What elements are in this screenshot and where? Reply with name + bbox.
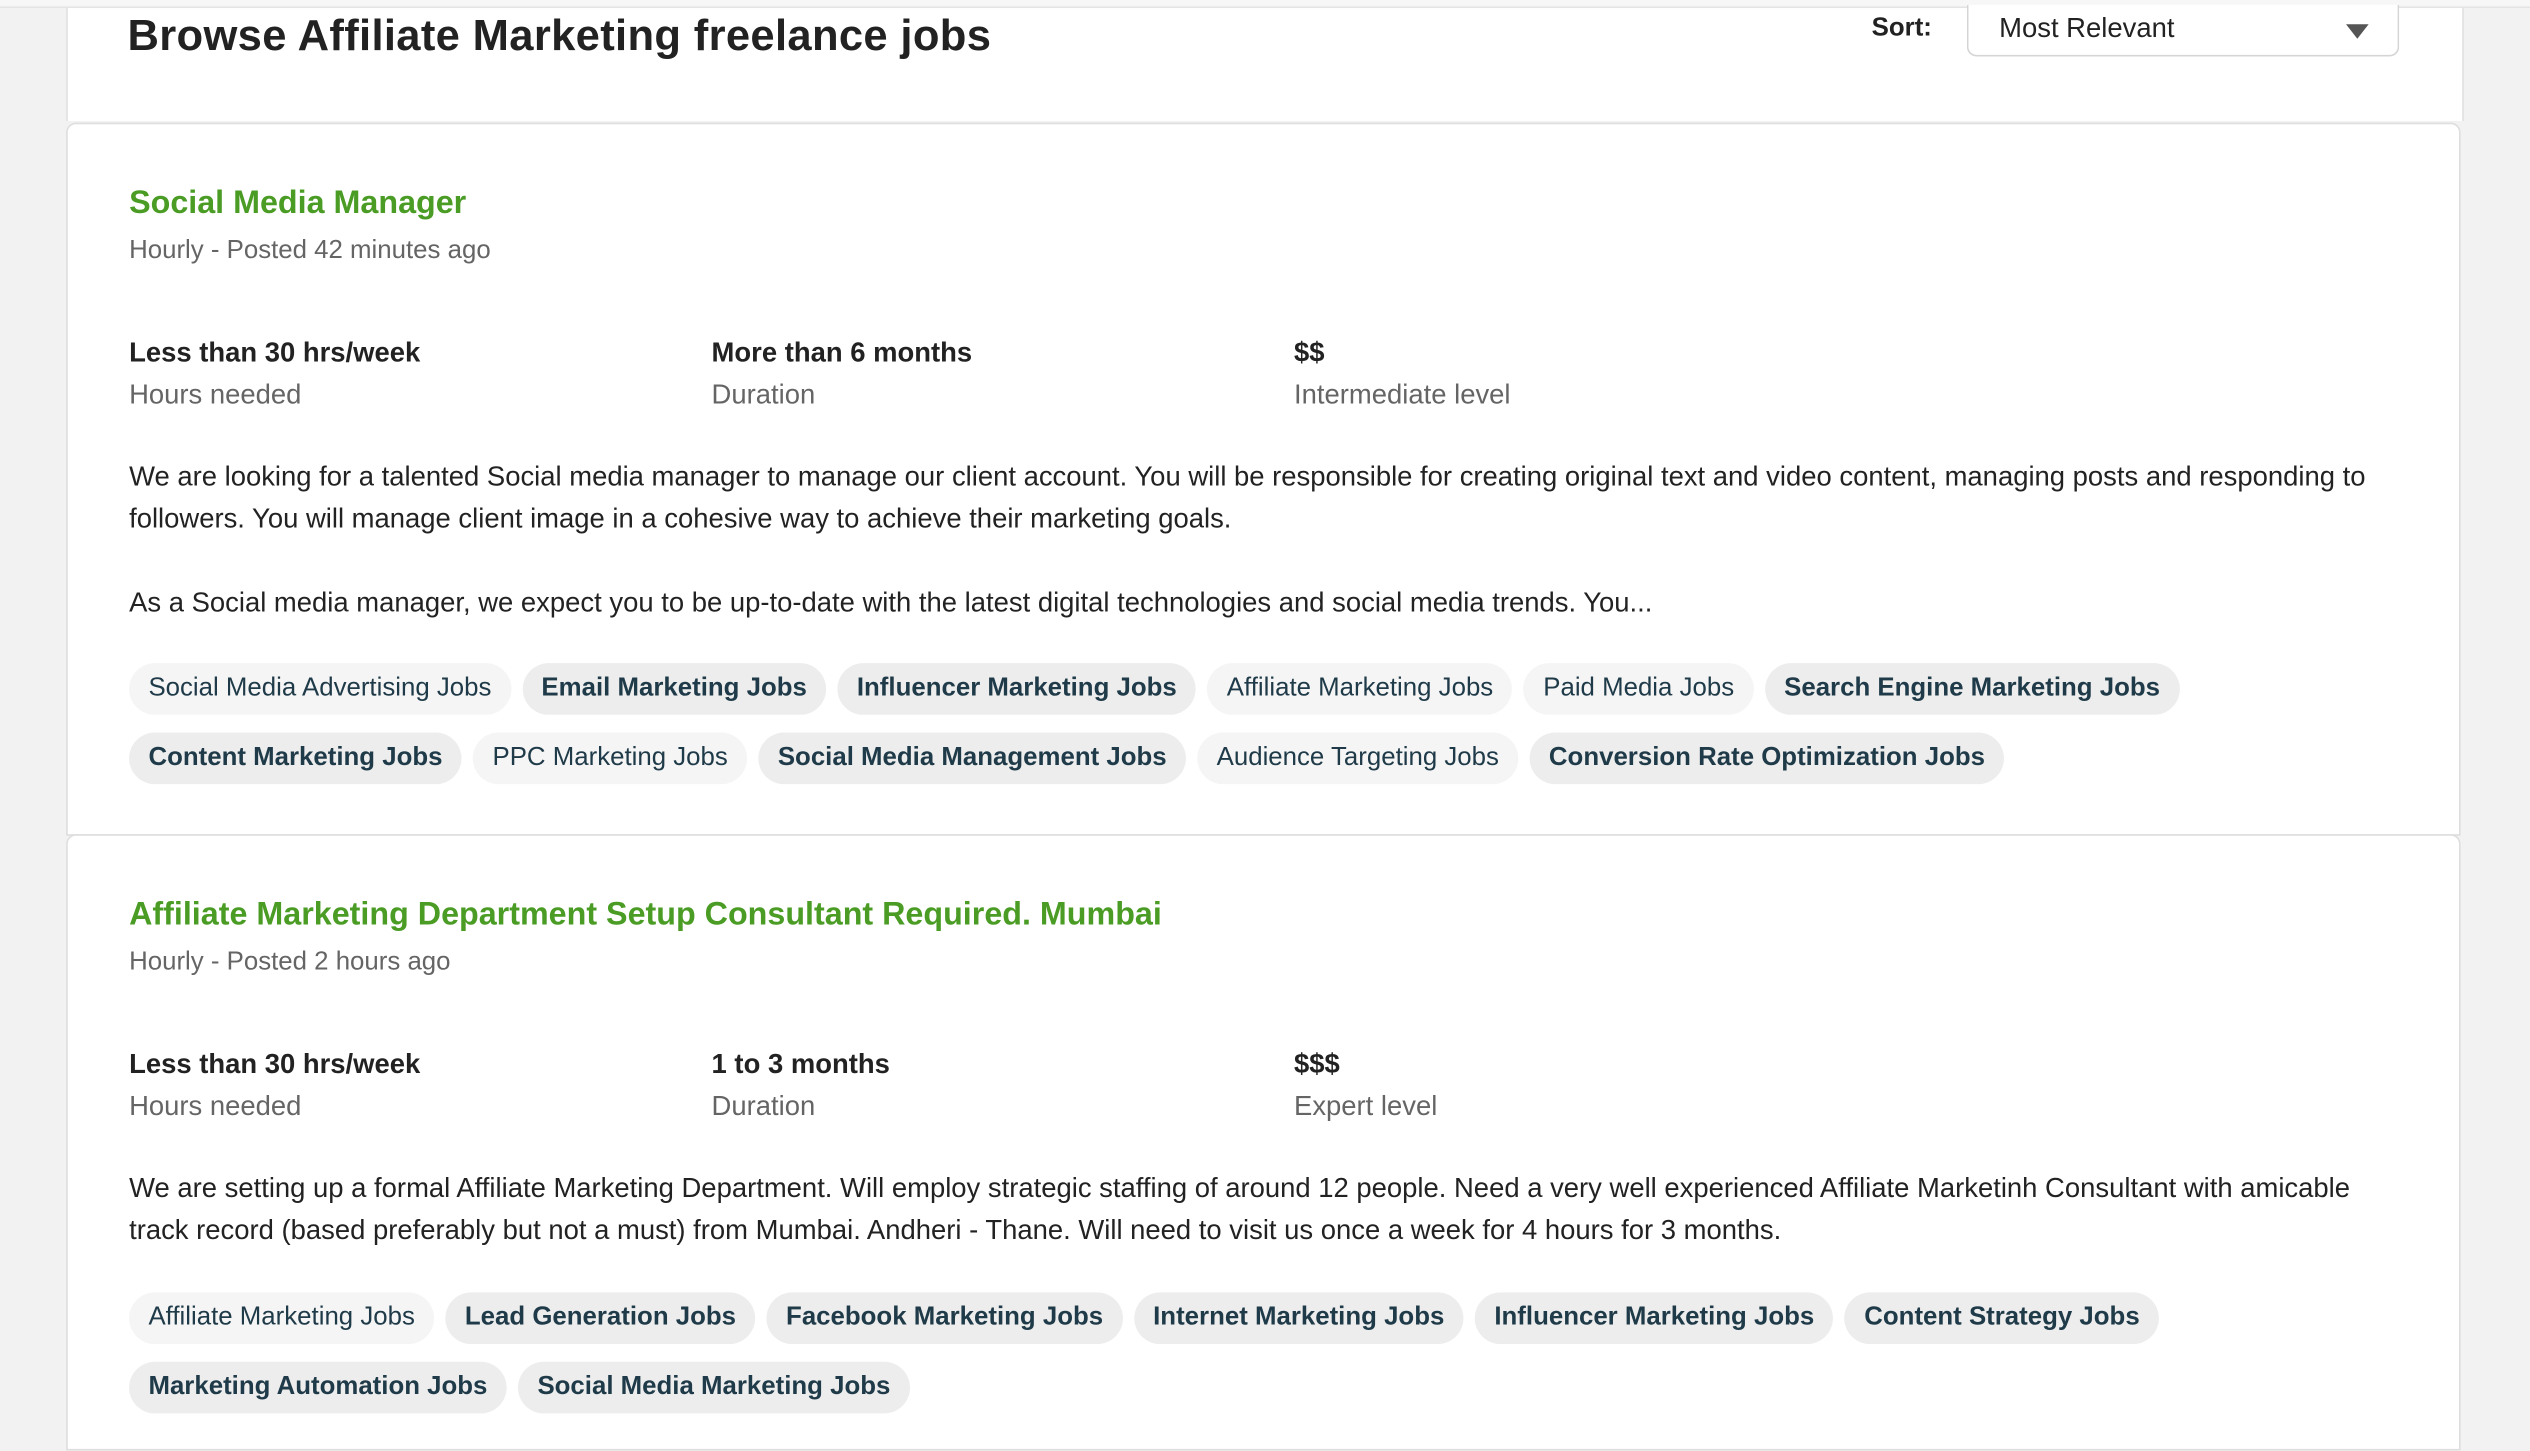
skill-tag[interactable]: Facebook Marketing Jobs [766,1292,1123,1345]
skill-tag[interactable]: Influencer Marketing Jobs [1474,1292,1834,1345]
stat-value: More than 6 months [711,337,973,368]
page-header: Browse Affiliate Marketing freelance job… [66,4,2464,122]
skill-tag[interactable]: Affiliate Marketing Jobs [1207,663,1513,715]
job-description: We are setting up a formal Affiliate Mar… [129,1173,2350,1246]
stat-value: Less than 30 hrs/week [129,1048,421,1080]
sort-value: Most Relevant [1999,12,2175,44]
skill-tag[interactable]: Paid Media Jobs [1523,663,1754,715]
hours-stat: Less than 30 hrs/week Hours needed [129,1049,420,1123]
skill-tag[interactable]: Email Marketing Jobs [522,663,827,715]
job-description: As a Social media manager, we expect you… [129,587,1653,618]
skill-tags: Social Media Advertising Jobs Email Marke… [129,663,2420,785]
job-title-link[interactable]: Social Media Manager [129,186,466,223]
hours-stat: Less than 30 hrs/week Hours needed [129,337,420,411]
stat-value: $$ [1294,337,1325,368]
stat-label: Hours needed [129,379,302,410]
skill-tag[interactable]: Marketing Automation Jobs [129,1361,507,1414]
duration-stat: More than 6 months Duration [712,337,973,411]
skill-tag[interactable]: Influencer Marketing Jobs [837,663,1197,715]
skill-tag[interactable]: Content Marketing Jobs [129,732,462,785]
skill-tag[interactable]: Search Engine Marketing Jobs [1764,663,2180,715]
stat-label: Hours needed [129,1090,302,1122]
caret-down-icon [2346,24,2369,39]
job-card: Affiliate Marketing Department Setup Con… [66,834,2461,1451]
job-meta: Hourly - Posted 2 hours ago [129,948,451,977]
stat-label: Duration [711,379,816,410]
skill-tag[interactable]: PPC Marketing Jobs [473,732,748,785]
sort-dropdown[interactable]: Most Relevant [1966,4,2400,57]
stat-value: Less than 30 hrs/week [129,337,421,368]
stat-value: 1 to 3 months [711,1048,890,1080]
stat-value: $$$ [1294,1048,1340,1080]
skill-tag[interactable]: Internet Marketing Jobs [1133,1292,1464,1345]
job-meta: Hourly - Posted 42 minutes ago [129,237,491,265]
stat-label: Intermediate level [1294,379,1511,410]
level-stat: $$ Intermediate level [1294,337,1511,411]
page-title: Browse Affiliate Marketing freelance job… [127,11,992,60]
level-stat: $$$ Expert level [1294,1049,1437,1123]
stat-label: Duration [711,1090,816,1122]
sort-label: Sort: [1871,14,1932,42]
stat-label: Expert level [1294,1090,1438,1122]
skill-tag[interactable]: Content Strategy Jobs [1844,1292,2160,1345]
skill-tag[interactable]: Social Media Management Jobs [758,732,1186,785]
skill-tag[interactable]: Social Media Advertising Jobs [129,663,511,715]
skill-tag[interactable]: Conversion Rate Optimization Jobs [1529,732,2005,785]
duration-stat: 1 to 3 months Duration [712,1049,890,1123]
skill-tag[interactable]: Social Media Marketing Jobs [518,1361,910,1414]
skill-tag[interactable]: Audience Targeting Jobs [1197,732,1519,785]
skill-tag[interactable]: Lead Generation Jobs [445,1292,756,1345]
job-card: Social Media Manager Hourly - Posted 42 … [66,122,2461,836]
job-description: We are looking for a talented Social med… [129,461,2366,535]
skill-tags: Affiliate Marketing Jobs Lead Generation … [129,1292,2420,1414]
skill-tag[interactable]: Affiliate Marketing Jobs [129,1292,435,1345]
job-title-link[interactable]: Affiliate Marketing Department Setup Con… [129,897,1162,934]
